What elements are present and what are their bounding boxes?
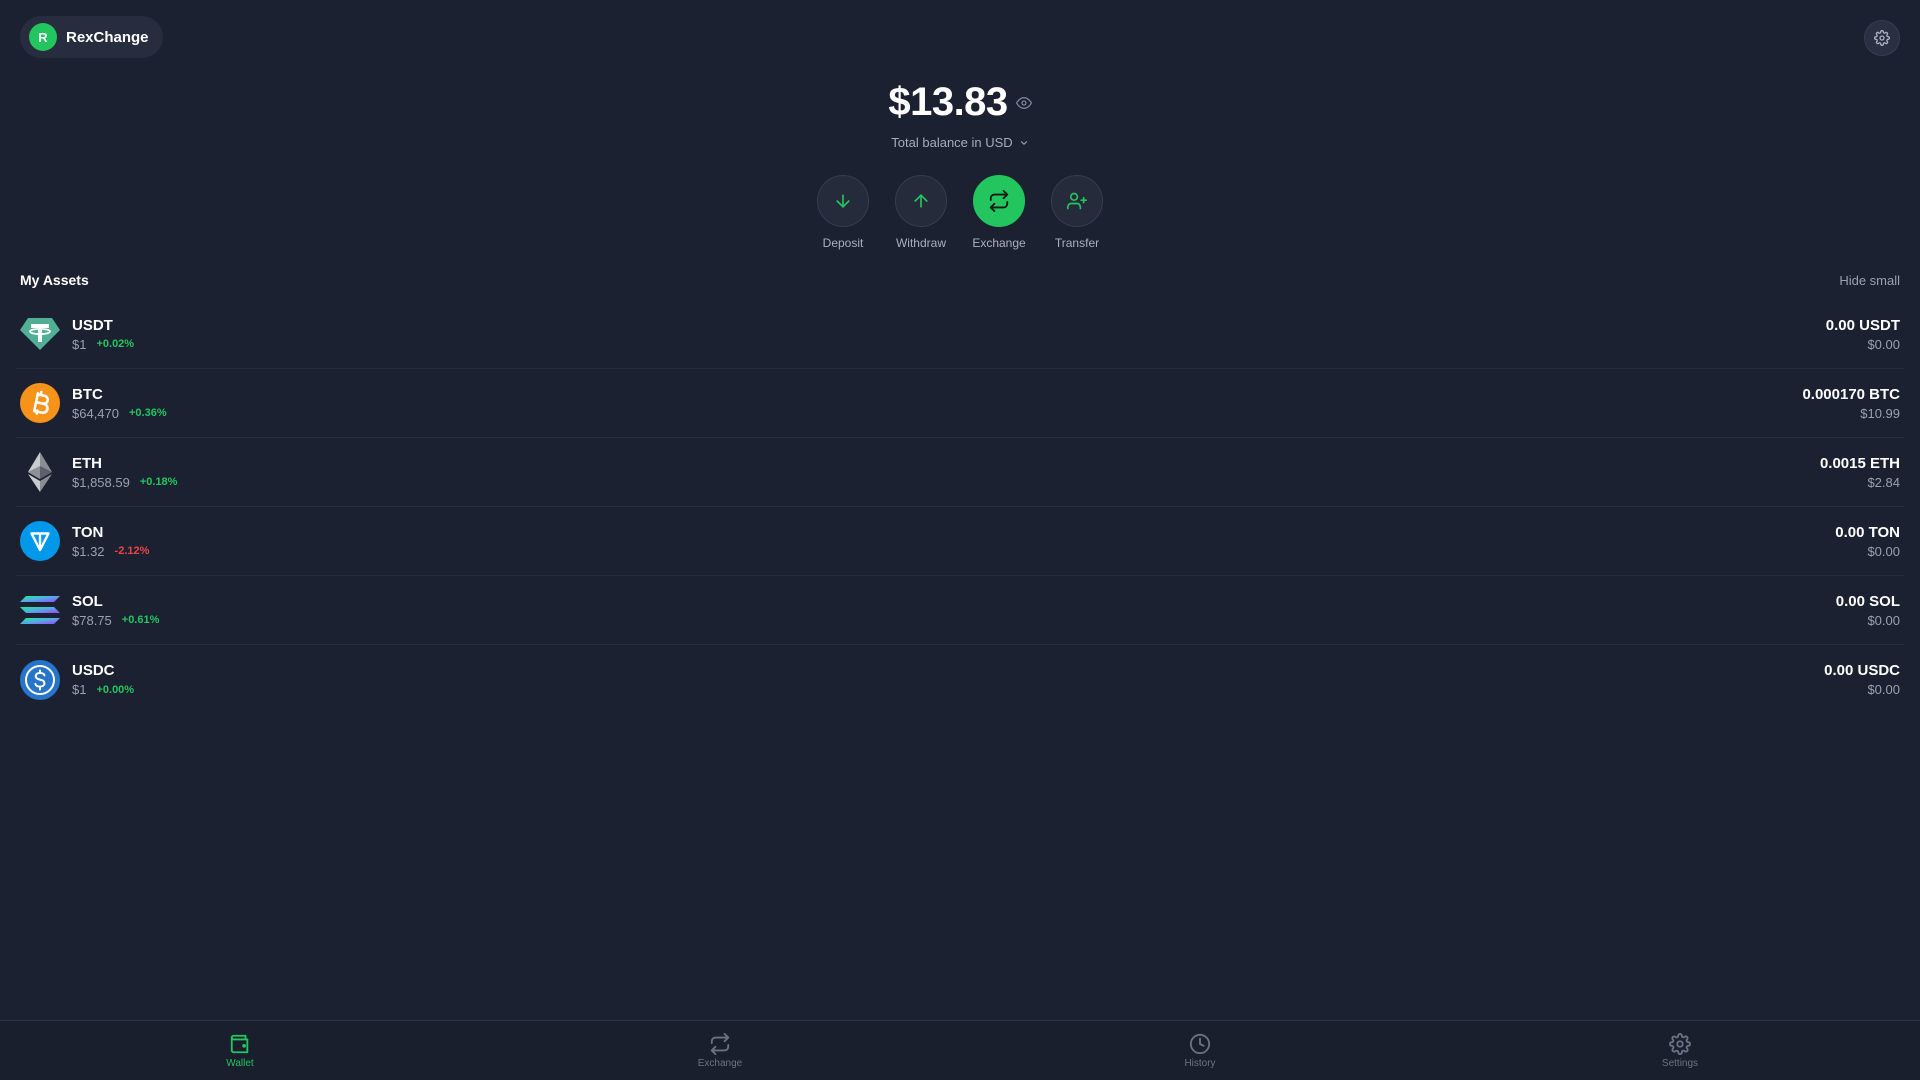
asset-price: $1.32 <box>72 543 105 559</box>
withdraw-button[interactable] <box>895 175 947 227</box>
hide-small-toggle[interactable]: Hide small <box>1839 273 1900 288</box>
currency-selector[interactable]: Total balance in USD <box>891 135 1028 150</box>
asset-balance: 0.0015 ETH <box>1819 454 1900 472</box>
nav-label: History <box>1184 1057 1216 1069</box>
nav-history[interactable]: History <box>960 1021 1440 1080</box>
asset-change: +0.00% <box>96 683 135 696</box>
asset-price: $1 <box>72 336 87 352</box>
asset-row-eth[interactable]: ETH $1,858.59 +0.18% 0.0015 ETH $2.84 <box>16 438 1904 507</box>
brand-avatar: R <box>29 23 57 51</box>
chevron-down-icon <box>1020 140 1027 145</box>
nav-exchange[interactable]: Exchange <box>480 1021 960 1080</box>
asset-row-usdt[interactable]: USDT $1 +0.02% 0.00 USDT $0.00 <box>16 300 1904 369</box>
btc-icon <box>20 383 60 423</box>
nav-wallet[interactable]: Wallet <box>0 1021 480 1080</box>
transfer-action[interactable]: Transfer <box>1050 175 1104 250</box>
asset-change: +0.61% <box>121 614 160 626</box>
asset-symbol: USDT <box>72 316 113 334</box>
asset-usd-value: $10.99 <box>1860 405 1900 421</box>
asset-balance: 0.00 USDC <box>1824 662 1900 679</box>
eye-icon[interactable] <box>1015 95 1032 111</box>
transfer-button[interactable] <box>1051 175 1103 227</box>
asset-balance: 0.000170 BTC <box>1802 385 1900 403</box>
asset-row-usdc[interactable]: USDC $1 +0.00% 0.00 USDC $0.00 <box>16 645 1904 714</box>
total-balance: $13.83 <box>888 80 1008 124</box>
gear-icon <box>1874 30 1890 46</box>
wallet-icon <box>230 1034 249 1053</box>
asset-balance: 0.00 USDT <box>1825 316 1900 334</box>
asset-balance: 0.00 TON <box>1835 523 1900 541</box>
deposit-button[interactable] <box>817 175 869 227</box>
asset-price: $78.75 <box>72 612 112 628</box>
exchange-action[interactable]: Exchange <box>972 175 1026 250</box>
asset-usd-value: $0.00 <box>1867 612 1900 628</box>
eth-icon <box>20 452 60 492</box>
brand-pill[interactable]: R RexChange <box>20 16 163 58</box>
asset-change: +0.18% <box>139 476 178 488</box>
asset-row-sol[interactable]: SOL $78.75 +0.61% 0.00 SOL $0.00 <box>16 576 1904 645</box>
nav-settings[interactable]: Settings <box>1440 1021 1920 1080</box>
asset-price: $1 <box>72 682 87 697</box>
sol-icon <box>20 590 60 630</box>
asset-price: $1,858.59 <box>72 474 130 490</box>
balance-subtitle: Total balance in USD <box>891 135 1013 150</box>
nav-label: Wallet <box>226 1057 254 1069</box>
exchange-icon <box>989 190 1009 212</box>
ton-icon <box>20 521 60 561</box>
asset-price: $64,470 <box>72 405 119 421</box>
asset-list: USDT $1 +0.02% 0.00 USDT $0.00 BTC $64,4… <box>16 300 1904 714</box>
arrow-up-icon <box>914 194 928 208</box>
quick-actions: Deposit Withdraw Exchange Transfer <box>0 175 1920 250</box>
settings-button[interactable] <box>1864 20 1900 56</box>
clock-icon <box>1189 1033 1211 1054</box>
usdt-icon <box>20 314 60 354</box>
asset-row-ton[interactable]: TON $1.32 -2.12% 0.00 TON $0.00 <box>16 507 1904 576</box>
deposit-action[interactable]: Deposit <box>816 175 870 250</box>
asset-change: +0.02% <box>96 338 135 350</box>
assets-title: My Assets <box>20 272 89 288</box>
asset-symbol: USDC <box>72 662 115 679</box>
exchange-icon <box>710 1032 730 1055</box>
exchange-button[interactable] <box>973 175 1025 227</box>
asset-usd-value: $0.00 <box>1867 543 1900 559</box>
asset-change: -2.12% <box>114 545 150 557</box>
asset-row-btc[interactable]: BTC $64,470 +0.36% 0.000170 BTC $10.99 <box>16 369 1904 438</box>
usdc-icon <box>20 659 60 700</box>
asset-symbol: TON <box>72 523 104 541</box>
nav-label: Settings <box>1661 1057 1699 1069</box>
exchange-label: Exchange <box>972 236 1026 250</box>
brand-name: RexChange <box>66 28 149 46</box>
asset-usd-value: $2.84 <box>1867 474 1900 490</box>
asset-symbol: BTC <box>72 385 103 403</box>
nav-label: Exchange <box>697 1057 743 1069</box>
balance-section: $13.83 Total balance in USD <box>0 80 1920 150</box>
assets-header: My Assets Hide small <box>20 272 1900 288</box>
user-plus-icon <box>1067 192 1087 210</box>
deposit-label: Deposit <box>822 236 864 250</box>
withdraw-label: Withdraw <box>895 236 946 250</box>
asset-symbol: ETH <box>72 454 102 472</box>
transfer-label: Transfer <box>1054 236 1100 250</box>
asset-change: +0.36% <box>129 407 167 419</box>
arrow-down-icon <box>836 194 850 208</box>
gear-icon <box>1669 1032 1691 1055</box>
asset-symbol: SOL <box>72 592 103 610</box>
asset-balance: 0.00 SOL <box>1835 592 1900 610</box>
asset-usd-value: $0.00 <box>1867 336 1900 352</box>
wallet-app: R RexChange $13.83 Total balance in USD <box>0 0 1920 1080</box>
asset-usd-value: $0.00 <box>1867 682 1900 697</box>
withdraw-action[interactable]: Withdraw <box>894 175 948 250</box>
bottom-nav: Wallet Exchange History Settings <box>0 1020 1920 1080</box>
